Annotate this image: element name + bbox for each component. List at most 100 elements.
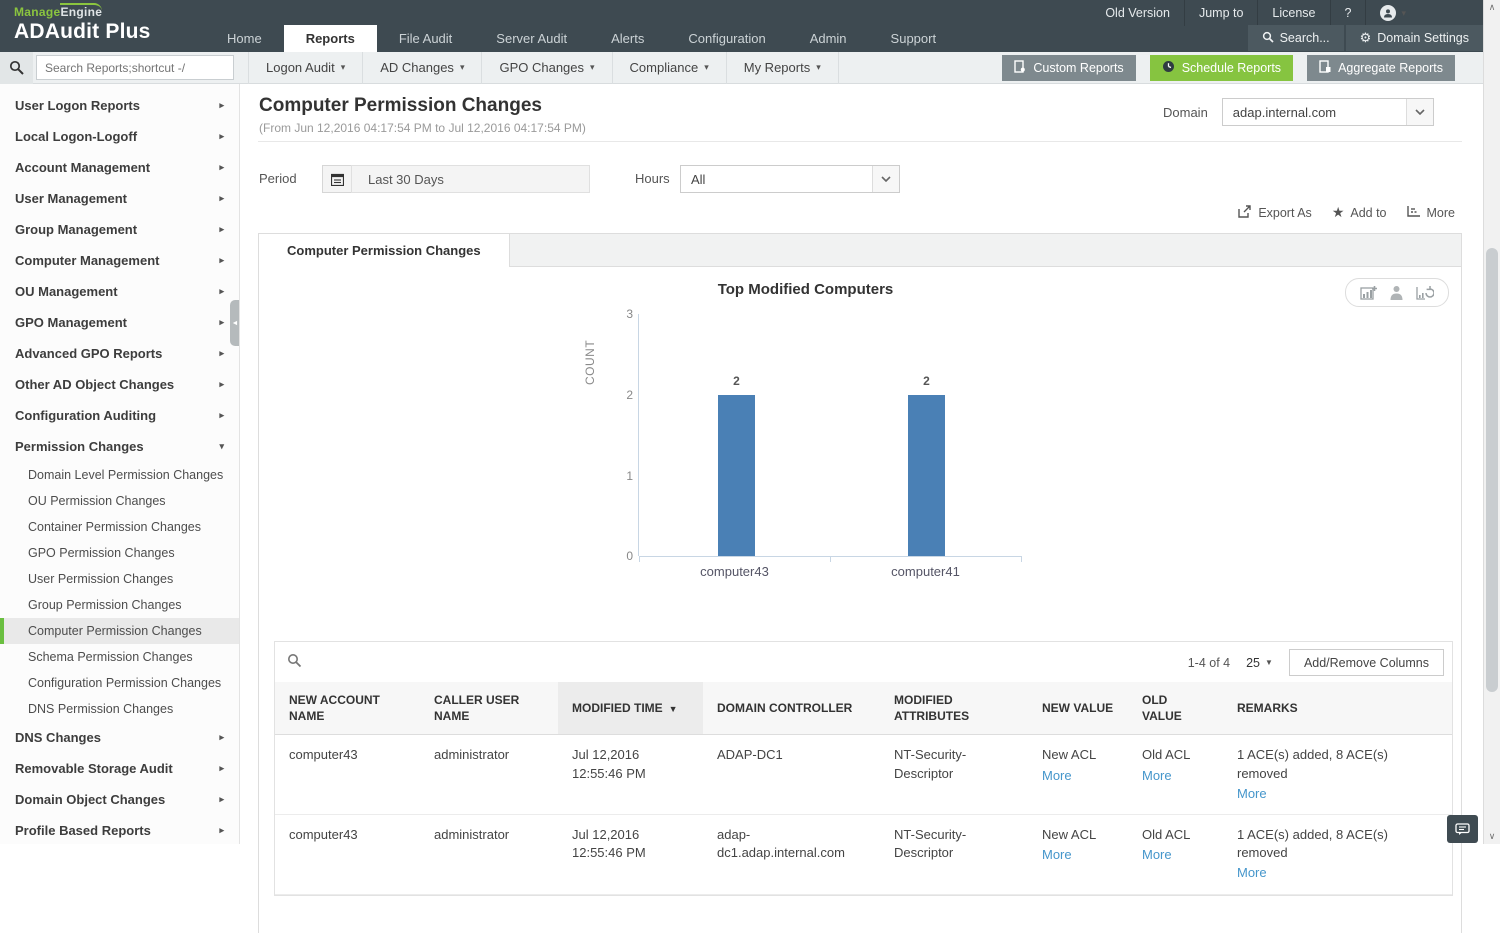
report-doc-icon <box>1014 60 1026 76</box>
cell-caller-user-name: administrator <box>420 814 558 895</box>
global-search-button[interactable]: Search... <box>1247 25 1344 51</box>
scroll-up-arrow[interactable]: ∧ <box>1484 2 1500 13</box>
nav-tab-file-audit[interactable]: File Audit <box>377 25 474 52</box>
domain-select[interactable]: adap.internal.com <box>1221 98 1434 126</box>
sidebar-item-user-management[interactable]: User Management ▸ <box>0 183 239 214</box>
col-header-modified-time[interactable]: MODIFIED TIME ▼ <box>558 682 703 736</box>
sidebar-item-configuration-auditing[interactable]: Configuration Auditing ▸ <box>0 400 239 431</box>
sidebar-item-ou-permission-changes[interactable]: OU Permission Changes <box>0 488 239 514</box>
period-value-field[interactable]: Last 30 Days <box>351 165 590 193</box>
gear-icon: ⚙ <box>1359 30 1372 45</box>
chart-refresh-icon[interactable] <box>1416 285 1435 301</box>
scrollbar-thumb[interactable] <box>1486 248 1498 692</box>
domain-settings-button[interactable]: ⚙ Domain Settings <box>1345 25 1483 51</box>
nav-tab-home[interactable]: Home <box>205 25 284 52</box>
old-version-link[interactable]: Old Version <box>1091 0 1184 26</box>
sidebar-item-user-logon-reports[interactable]: User Logon Reports ▸ <box>0 90 239 121</box>
menu-gpo-changes[interactable]: GPO Changes ▾ <box>482 51 613 84</box>
sidebar-item-profile-based-reports[interactable]: Profile Based Reports ▸ <box>0 815 239 844</box>
export-as-link[interactable]: Export As <box>1238 204 1312 221</box>
sidebar-item-permission-changes[interactable]: Permission Changes ▾ <box>0 431 239 462</box>
user-menu[interactable]: ▾ <box>1365 0 1420 26</box>
page-scrollbar[interactable]: ∧ ∨ <box>1483 0 1500 844</box>
menu-my-reports[interactable]: My Reports ▾ <box>727 51 839 84</box>
cell-old-value: Old ACL More <box>1128 814 1223 895</box>
col-header-remarks[interactable]: REMARKS <box>1223 682 1452 736</box>
menu-ad-changes[interactable]: AD Changes ▾ <box>363 51 483 84</box>
sidebar-item-local-logon-logoff[interactable]: Local Logon-Logoff ▸ <box>0 121 239 152</box>
chevron-down-icon: ▾ <box>590 62 595 72</box>
add-to-link[interactable]: ★ Add to <box>1332 204 1387 221</box>
sidebar-item-dns-changes[interactable]: DNS Changes ▸ <box>0 722 239 753</box>
page-size-select[interactable]: 25 ▼ <box>1246 656 1273 670</box>
bar-computer43[interactable] <box>718 395 755 556</box>
chat-feedback-button[interactable] <box>1447 815 1478 843</box>
sidebar-item-advanced-gpo-reports[interactable]: Advanced GPO Reports ▸ <box>0 338 239 369</box>
remarks-more-link[interactable]: More <box>1237 864 1267 882</box>
help-button[interactable]: ? <box>1329 0 1366 26</box>
sidebar-item-removable-storage-audit[interactable]: Removable Storage Audit ▸ <box>0 753 239 784</box>
chart-type-add-icon[interactable] <box>1360 285 1378 301</box>
period-label: Period <box>259 171 297 186</box>
results-table-container: 1-4 of 4 25 ▼ Add/Remove Columns NEW ACC… <box>274 641 1453 896</box>
jump-to-link[interactable]: Jump to <box>1183 0 1257 26</box>
new-value-more-link[interactable]: More <box>1042 846 1072 864</box>
search-icon <box>0 51 33 84</box>
col-header-domain-controller[interactable]: DOMAIN CONTROLLER <box>703 682 880 736</box>
nav-tab-support[interactable]: Support <box>869 25 959 52</box>
domain-selector-row: Domain adap.internal.com <box>1163 98 1434 126</box>
sidebar-item-group-permission-changes[interactable]: Group Permission Changes <box>0 592 239 618</box>
menu-logon-audit[interactable]: Logon Audit ▾ <box>248 51 364 84</box>
col-header-new-account-name[interactable]: NEW ACCOUNT NAME <box>275 682 420 736</box>
calendar-icon[interactable] <box>322 165 352 193</box>
col-header-new-value[interactable]: NEW VALUE <box>1028 682 1128 736</box>
sidebar-item-user-permission-changes[interactable]: User Permission Changes <box>0 566 239 592</box>
remarks-more-link[interactable]: More <box>1237 785 1267 803</box>
menu-compliance[interactable]: Compliance ▾ <box>613 51 727 84</box>
chart-person-icon[interactable] <box>1389 285 1404 301</box>
sidebar-item-ou-management[interactable]: OU Management ▸ <box>0 276 239 307</box>
sidebar-item-computer-management[interactable]: Computer Management ▸ <box>0 245 239 276</box>
arrow-right-icon: ▸ <box>219 162 224 172</box>
custom-reports-button[interactable]: Custom Reports <box>1002 55 1136 81</box>
sidebar-item-computer-permission-changes[interactable]: Computer Permission Changes <box>0 618 239 644</box>
more-actions-link[interactable]: More <box>1406 204 1455 221</box>
report-search-input[interactable] <box>36 55 234 80</box>
sidebar-item-schema-permission-changes[interactable]: Schema Permission Changes <box>0 644 239 670</box>
arrow-right-icon: ▸ <box>219 825 224 835</box>
sidebar-item-dns-permission-changes[interactable]: DNS Permission Changes <box>0 696 239 722</box>
sidebar-item-domain-object-changes[interactable]: Domain Object Changes ▸ <box>0 784 239 815</box>
sidebar-item-other-ad-object-changes[interactable]: Other AD Object Changes ▸ <box>0 369 239 400</box>
sidebar-collapse-handle[interactable]: ◄ <box>230 300 239 346</box>
tab-computer-permission-changes[interactable]: Computer Permission Changes <box>259 234 510 267</box>
sidebar-item-gpo-management[interactable]: GPO Management ▸ <box>0 307 239 338</box>
col-header-caller-user-name[interactable]: CALLER USER NAME <box>420 682 558 736</box>
nav-tab-reports[interactable]: Reports <box>283 25 377 52</box>
nav-tab-alerts[interactable]: Alerts <box>589 25 666 52</box>
sidebar-item-account-management[interactable]: Account Management ▸ <box>0 152 239 183</box>
nav-tab-configuration[interactable]: Configuration <box>666 25 787 52</box>
cell-new-account-name: computer43 <box>275 814 420 895</box>
hours-select[interactable]: All <box>680 165 900 193</box>
bar-computer41[interactable] <box>908 395 945 556</box>
old-value-more-link[interactable]: More <box>1142 846 1172 864</box>
nav-tab-admin[interactable]: Admin <box>788 25 869 52</box>
report-action-buttons: Custom Reports Schedule Reports Aggregat… <box>1002 55 1455 81</box>
old-value-more-link[interactable]: More <box>1142 767 1172 785</box>
sidebar-item-configuration-permission-changes[interactable]: Configuration Permission Changes <box>0 670 239 696</box>
add-remove-columns-button[interactable]: Add/Remove Columns <box>1288 649 1444 676</box>
license-link[interactable]: License <box>1257 0 1329 26</box>
scroll-down-arrow[interactable]: ∨ <box>1484 831 1500 842</box>
new-value-more-link[interactable]: More <box>1042 767 1072 785</box>
col-header-modified-attributes[interactable]: MODIFIED ATTRIBUTES <box>880 682 1028 736</box>
sidebar-item-domain-level-permission-changes[interactable]: Domain Level Permission Changes <box>0 462 239 488</box>
bar-value-computer41: 2 <box>923 374 930 388</box>
aggregate-reports-button[interactable]: Aggregate Reports <box>1307 55 1455 81</box>
sidebar-item-gpo-permission-changes[interactable]: GPO Permission Changes <box>0 540 239 566</box>
table-search-icon[interactable] <box>287 653 302 673</box>
schedule-reports-button[interactable]: Schedule Reports <box>1149 55 1294 81</box>
sidebar-item-group-management[interactable]: Group Management ▸ <box>0 214 239 245</box>
col-header-old-value[interactable]: OLD VALUE <box>1128 682 1223 736</box>
nav-tab-server-audit[interactable]: Server Audit <box>474 25 589 52</box>
sidebar-item-container-permission-changes[interactable]: Container Permission Changes <box>0 514 239 540</box>
